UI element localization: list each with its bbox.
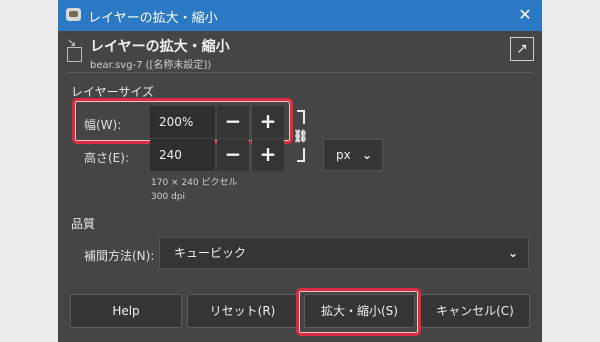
height-increment-button[interactable]: + [252, 139, 284, 171]
title-bar: レイヤーの拡大・縮小 ✕ [58, 0, 542, 31]
scale-button-highlight [296, 288, 421, 336]
scale-layer-icon: ↘ [67, 36, 82, 63]
dialog-subtitle: bear.svg-7 ([名称未設定]) [90, 60, 212, 71]
chain-link-icon[interactable]: ⛓ [293, 110, 309, 162]
header-divider [66, 72, 534, 73]
resolution-info: 300 dpi [151, 192, 185, 202]
stepper-divider [250, 139, 251, 171]
width-row-highlight [72, 98, 293, 144]
unit-select[interactable]: px ⌄ [323, 139, 383, 171]
dialog-title: レイヤーの拡大・縮小 [90, 39, 230, 55]
chevron-down-icon: ⌄ [361, 148, 372, 162]
chevron-down-icon: ⌄ [507, 246, 518, 260]
interpolation-label: 補間方法(N): [84, 249, 155, 263]
close-icon[interactable]: ✕ [514, 4, 536, 26]
interpolation-value: キュービック [174, 246, 247, 260]
window-title: レイヤーの拡大・縮小 [88, 11, 218, 26]
open-arrow-icon[interactable]: ↗ [510, 37, 534, 61]
cancel-button[interactable]: キャンセル(C) [420, 294, 530, 328]
unit-value: px [336, 148, 351, 162]
height-label: 高さ(E): [84, 151, 129, 165]
gimp-app-icon [66, 8, 81, 21]
quality-heading: 品質 [71, 217, 96, 231]
pixel-size-info: 170 × 240 ピクセル [151, 178, 238, 188]
scale-layer-dialog: レイヤーの拡大・縮小 ✕ ↘ レイヤーの拡大・縮小 bear.svg-7 ([名… [58, 0, 542, 342]
height-input[interactable]: 240 [150, 139, 215, 171]
help-button[interactable]: Help [70, 294, 182, 328]
height-decrement-button[interactable]: − [217, 139, 249, 171]
interpolation-select[interactable]: キュービック ⌄ [159, 237, 529, 269]
reset-button[interactable]: リセット(R) [187, 294, 298, 328]
